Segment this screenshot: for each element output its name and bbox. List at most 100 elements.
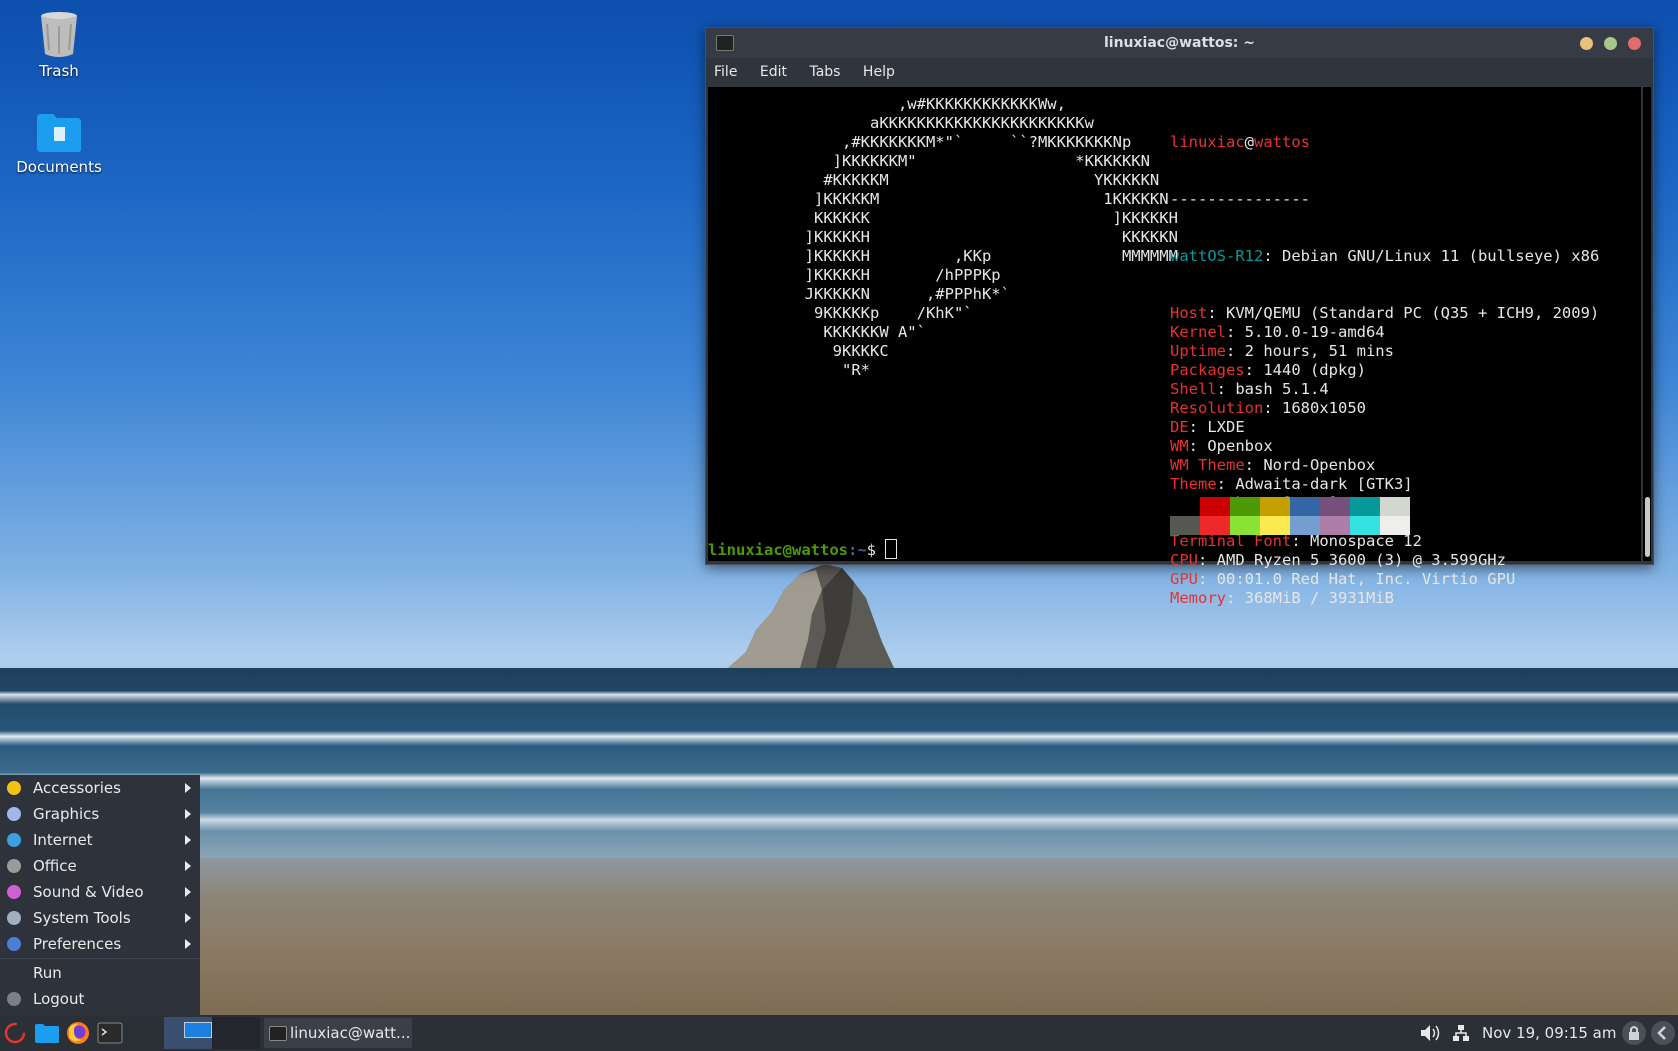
at-sign: @ [1244, 133, 1254, 151]
info-line: WM: Openbox [1170, 437, 1599, 456]
palette-swatch [1170, 497, 1200, 516]
info-line: Resolution: 1680x1050 [1170, 399, 1599, 418]
shell-prompt[interactable]: linuxiac@wattos:~$ [708, 539, 898, 560]
info-key: Resolution [1170, 399, 1264, 417]
info-value: : Nord-Openbox [1244, 456, 1376, 474]
desktop-icon-label: Trash [39, 62, 79, 80]
menu-item-graphics[interactable]: Graphics [0, 801, 200, 827]
desktop-icon-documents[interactable]: Documents [4, 112, 114, 176]
info-value: : bash 5.1.4 [1216, 380, 1329, 398]
terminal-window[interactable]: linuxiac@wattos: ~ File Edit Tabs Help ,… [705, 27, 1654, 607]
menu-category-icon [7, 885, 21, 899]
task-label: linuxiac@watt... [290, 1024, 411, 1042]
palette-swatch [1260, 516, 1290, 535]
info-key: Memory [1170, 589, 1226, 607]
window-titlebar[interactable]: linuxiac@wattos: ~ [706, 28, 1653, 58]
submenu-arrow-icon [185, 939, 191, 949]
clock[interactable]: Nov 19, 09:15 am [1482, 1024, 1616, 1042]
palette-swatch [1230, 497, 1260, 516]
start-menu-icon[interactable] [4, 1022, 26, 1044]
menu-item-system-tools[interactable]: System Tools [0, 905, 200, 931]
firefox-icon[interactable] [66, 1021, 90, 1045]
neofetch-info: linuxiac@wattos --------------- wattOS-R… [1170, 95, 1599, 646]
menu-item-accessories[interactable]: Accessories [0, 775, 200, 801]
menu-category-icon [7, 937, 21, 951]
info-key: WM Theme [1170, 456, 1245, 474]
terminal-output[interactable]: ,w#KKKKKKKKKKKKWw, aKKKKKKKKKKKKKKKKKKKK… [708, 87, 1641, 607]
info-value: : 00:01.0 Red Hat, Inc. Virtio GPU [1198, 570, 1516, 588]
info-line: WM Theme: Nord-Openbox [1170, 456, 1599, 475]
submenu-arrow-icon [185, 861, 191, 871]
info-key: Uptime [1170, 342, 1226, 360]
palette-row [1170, 497, 1410, 516]
palette-swatch [1380, 497, 1410, 516]
menu-file[interactable]: File [714, 64, 737, 80]
palette-swatch [1320, 516, 1350, 535]
menu-item-label: Logout [33, 990, 85, 1008]
sand-wallpaper [0, 858, 1678, 1015]
menu-item-label: Internet [33, 831, 93, 849]
close-button[interactable] [1628, 37, 1641, 50]
info-key: DE [1170, 418, 1189, 436]
desktop-icon-trash[interactable]: Trash [4, 10, 114, 80]
sea-stack-rock [728, 564, 894, 668]
menu-category-icon [7, 807, 21, 821]
terminal-scrollbar[interactable] [1643, 87, 1651, 561]
info-value: : KVM/QEMU (Standard PC (Q35 + ICH9, 200… [1207, 304, 1600, 322]
prompt-user: linuxiac@wattos [708, 541, 848, 559]
scrollbar-thumb[interactable] [1645, 497, 1650, 557]
palette-row [1170, 516, 1410, 535]
terminal-menubar: File Edit Tabs Help [706, 58, 1653, 86]
info-key: Kernel [1170, 323, 1226, 341]
menu-edit[interactable]: Edit [760, 64, 787, 80]
workspace-2[interactable] [212, 1017, 260, 1049]
volume-icon[interactable] [1420, 1024, 1442, 1042]
user: linuxiac [1170, 133, 1245, 151]
menu-item-preferences[interactable]: Preferences [0, 931, 200, 957]
palette-swatch [1230, 516, 1260, 535]
submenu-arrow-icon [185, 809, 191, 819]
host: wattos [1254, 133, 1310, 151]
taskbar-task-terminal[interactable]: linuxiac@watt... [264, 1018, 412, 1048]
menu-item-logout[interactable]: Logout [0, 986, 200, 1012]
info-key: Theme [1170, 475, 1217, 493]
menu-help[interactable]: Help [863, 64, 895, 80]
file-manager-icon[interactable] [34, 1023, 60, 1044]
palette-swatch [1290, 497, 1320, 516]
palette-swatch [1170, 516, 1200, 535]
menu-item-label: Preferences [33, 935, 122, 953]
info-line: Memory: 368MiB / 3931MiB [1170, 589, 1599, 608]
info-line: GPU: 00:01.0 Red Hat, Inc. Virtio GPU [1170, 570, 1599, 589]
menu-category-icon [7, 833, 21, 847]
minimize-button[interactable] [1580, 37, 1593, 50]
taskbar: linuxiac@watt... Nov 19, 09:15 am [0, 1015, 1678, 1051]
panel-toggle-button[interactable] [1651, 1021, 1675, 1045]
menu-category-icon [7, 911, 21, 925]
menu-item-run[interactable]: Run [0, 960, 200, 986]
info-line: Host: KVM/QEMU (Standard PC (Q35 + ICH9,… [1170, 304, 1599, 323]
menu-item-internet[interactable]: Internet [0, 827, 200, 853]
menu-category-icon [7, 859, 21, 873]
menu-item-label: Run [33, 964, 62, 982]
info-value: : LXDE [1188, 418, 1245, 436]
info-key: Host [1170, 304, 1208, 322]
palette-swatch [1320, 497, 1350, 516]
lock-screen-button[interactable] [1622, 1021, 1646, 1045]
network-icon[interactable] [1452, 1024, 1470, 1042]
menu-tabs[interactable]: Tabs [809, 64, 840, 80]
os-label: wattOS-R12 [1170, 247, 1264, 265]
info-line: Theme: Adwaita-dark [GTK3] [1170, 475, 1599, 494]
info-key: GPU [1170, 570, 1198, 588]
maximize-button[interactable] [1604, 37, 1617, 50]
info-line: CPU: AMD Ryzen 5 3600 (3) @ 3.599GHz [1170, 551, 1599, 570]
workspace-1[interactable] [164, 1017, 212, 1049]
info-line: Shell: bash 5.1.4 [1170, 380, 1599, 399]
terminal-launcher-icon[interactable] [97, 1022, 123, 1044]
folder-icon [37, 114, 81, 152]
terminal-task-icon [269, 1026, 287, 1041]
menu-category-icon [7, 781, 21, 795]
palette-swatch [1350, 497, 1380, 516]
menu-item-sound-video[interactable]: Sound & Video [0, 879, 200, 905]
menu-item-office[interactable]: Office [0, 853, 200, 879]
submenu-arrow-icon [185, 835, 191, 845]
